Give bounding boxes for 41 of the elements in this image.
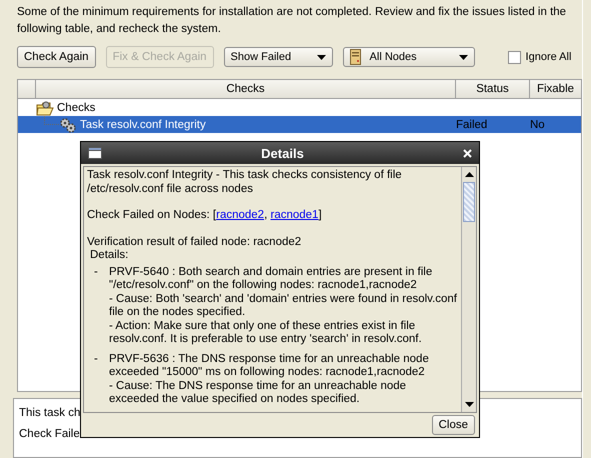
fixable-text: No <box>530 118 545 130</box>
dialog-title: Details <box>260 146 305 160</box>
check-name[interactable]: Task resolv.conf Integrity <box>80 118 206 130</box>
caret-icon <box>316 54 326 60</box>
column-header[interactable]: Fixable <box>530 80 581 98</box>
toolbar-button[interactable]: Check Again <box>17 46 96 68</box>
bullet-text: - <box>93 266 99 280</box>
dropdown[interactable]: All Nodes <box>342 47 475 67</box>
details-text: Check Faile <box>19 427 80 442</box>
cause-text: - Cause: Both 'search' and 'domain' entries were found in resolv.conf file on the nodes specified. <box>109 292 458 320</box>
dropdown[interactable]: Show Failed <box>224 47 333 67</box>
scroll-thumb[interactable] <box>463 182 475 222</box>
failed-nodes-text: Check Failed on Nodes: [racnode2, racnode1] <box>87 209 323 222</box>
bullet-text: - <box>93 352 99 366</box>
status-text: Failed <box>456 118 488 130</box>
checkbox-label[interactable]: Ignore All <box>526 51 572 63</box>
action-text: - Action: Make sure that only one of these entries exist in file resolv.conf. It is preferable to use entry 'search' in resolv.conf. <box>109 320 423 346</box>
issue-text: PRVF-5640 : Both search and domain entries are present in file "/etc/resolv.conf" on the following nodes: racnode1,racnode2 <box>109 266 434 292</box>
checkbox[interactable] <box>508 50 521 64</box>
window-icon <box>88 147 102 159</box>
column-header[interactable]: Checks <box>36 80 456 98</box>
node-link[interactable]: racnode1 <box>270 209 318 222</box>
issue-text: PRVF-5636 : The DNS response time for an unreachable node exceeded "15000" ms on following nodes: racnode1,racnode2 <box>109 352 430 380</box>
scroll-down-icon[interactable] <box>464 402 474 407</box>
scrollbar[interactable] <box>461 167 476 412</box>
details-text: This task ch <box>19 406 80 421</box>
close-button[interactable]: Close <box>432 415 475 435</box>
server-icon <box>350 49 361 65</box>
gears-icon <box>59 116 77 132</box>
column-header[interactable]: Status <box>456 80 530 98</box>
tree-node[interactable]: Checks <box>57 102 96 114</box>
scroll-up-icon[interactable] <box>464 172 474 177</box>
node-link[interactable]: racnode2 <box>216 209 264 222</box>
table-row[interactable]: Task resolv.conf Integrity Failed No <box>18 116 581 133</box>
instruction-text: Some of the minimum requirements for installation are not completed. Review and fix the issues listed in the following table, and recheck the system. <box>17 5 568 37</box>
detail-heading: Details: <box>90 249 130 262</box>
cause-text: - Cause: The DNS response time for an unreachable node exceeded the value specified on nodes specified. <box>109 380 408 406</box>
detail-text: Task resolv.conf Integrity - This task checks consistency of file /etc/resolv.conf file across nodes <box>87 169 403 196</box>
close-icon[interactable] <box>463 148 472 158</box>
caret-icon <box>458 54 468 60</box>
detail-text: Verification result of failed node: racnode2 <box>87 236 302 249</box>
